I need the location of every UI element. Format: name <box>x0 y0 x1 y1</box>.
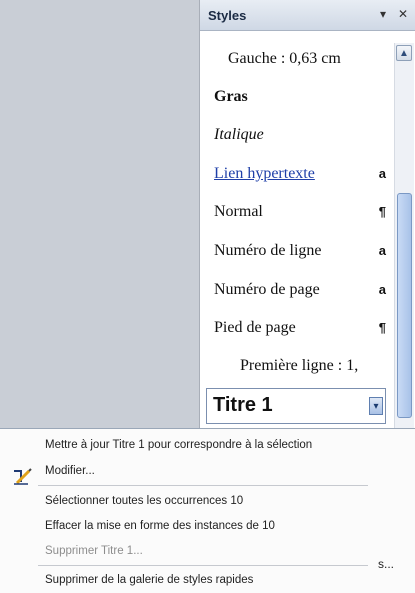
style-item-premiere-ligne[interactable]: Première ligne : 1, <box>240 348 390 384</box>
menu-separator <box>38 485 368 486</box>
style-label: Lien hypertexte <box>214 165 315 182</box>
style-label: Normal <box>214 203 263 220</box>
document-area <box>0 0 200 428</box>
style-label: Numéro de ligne <box>214 242 322 259</box>
menu-item-delete-style: Supprimer Titre 1... <box>45 545 143 557</box>
style-item-gauche[interactable]: Gauche : 0,63 cm <box>228 41 392 77</box>
styles-scrollbar[interactable]: ▲ ▼ <box>394 43 414 469</box>
pane-title: Styles <box>208 8 247 23</box>
style-label: Gauche : 0,63 cm <box>228 50 341 67</box>
paragraph-style-icon: ¶ <box>378 320 386 335</box>
style-item-lien-hypertexte[interactable]: Lien hypertexte a <box>214 156 390 192</box>
style-item-pied-de-page[interactable]: Pied de page ¶ <box>214 310 390 346</box>
pane-options-icon[interactable]: ▾ <box>380 7 386 21</box>
menu-item-select-all-occurrences[interactable]: Sélectionner toutes les occurrences 10 <box>45 495 243 507</box>
style-label: Gras <box>214 88 248 105</box>
style-item-italique[interactable]: Italique <box>214 117 390 153</box>
menu-item-clear-formatting[interactable]: Effacer la mise en forme des instances d… <box>45 520 275 532</box>
style-item-numero-de-ligne[interactable]: Numéro de ligne a <box>214 233 390 269</box>
style-label: Pied de page <box>214 319 296 336</box>
styles-pane-header: Styles ▾ ✕ <box>200 0 415 31</box>
scroll-up-button[interactable]: ▲ <box>396 45 412 61</box>
paragraph-style-icon: ¶ <box>378 204 386 219</box>
style-label: Numéro de page <box>214 281 320 298</box>
edit-style-icon <box>14 468 32 485</box>
menu-item-remove-from-gallery[interactable]: Supprimer de la galerie de styles rapide… <box>45 574 253 586</box>
style-item-normal[interactable]: Normal ¶ <box>214 194 390 230</box>
styles-pane: Styles ▾ ✕ Gauche : 0,63 cm Gras Italiqu… <box>200 0 415 428</box>
character-style-icon: a <box>378 282 386 297</box>
character-style-icon: a <box>378 243 386 258</box>
style-label: Titre 1 <box>213 394 273 416</box>
truncated-text: s... <box>378 557 395 571</box>
style-label: Première ligne : 1, <box>240 357 359 374</box>
menu-item-modify[interactable]: Modifier... <box>45 465 95 477</box>
scroll-thumb[interactable] <box>397 193 412 418</box>
style-dropdown-button[interactable]: ▾ <box>369 397 383 415</box>
styles-list: Gauche : 0,63 cm Gras Italique Lien hype… <box>200 31 392 428</box>
menu-item-update-style[interactable]: Mettre à jour Titre 1 pour correspondre … <box>45 439 312 451</box>
style-context-menu: Mettre à jour Titre 1 pour correspondre … <box>0 428 415 593</box>
style-label: Italique <box>214 126 264 143</box>
close-icon[interactable]: ✕ <box>398 7 408 21</box>
style-item-numero-de-page[interactable]: Numéro de page a <box>214 272 390 308</box>
character-style-icon: a <box>378 166 386 181</box>
menu-separator <box>38 565 368 566</box>
style-item-gras[interactable]: Gras <box>214 79 390 115</box>
style-item-titre-1[interactable]: Titre 1 ▾ <box>206 388 386 424</box>
